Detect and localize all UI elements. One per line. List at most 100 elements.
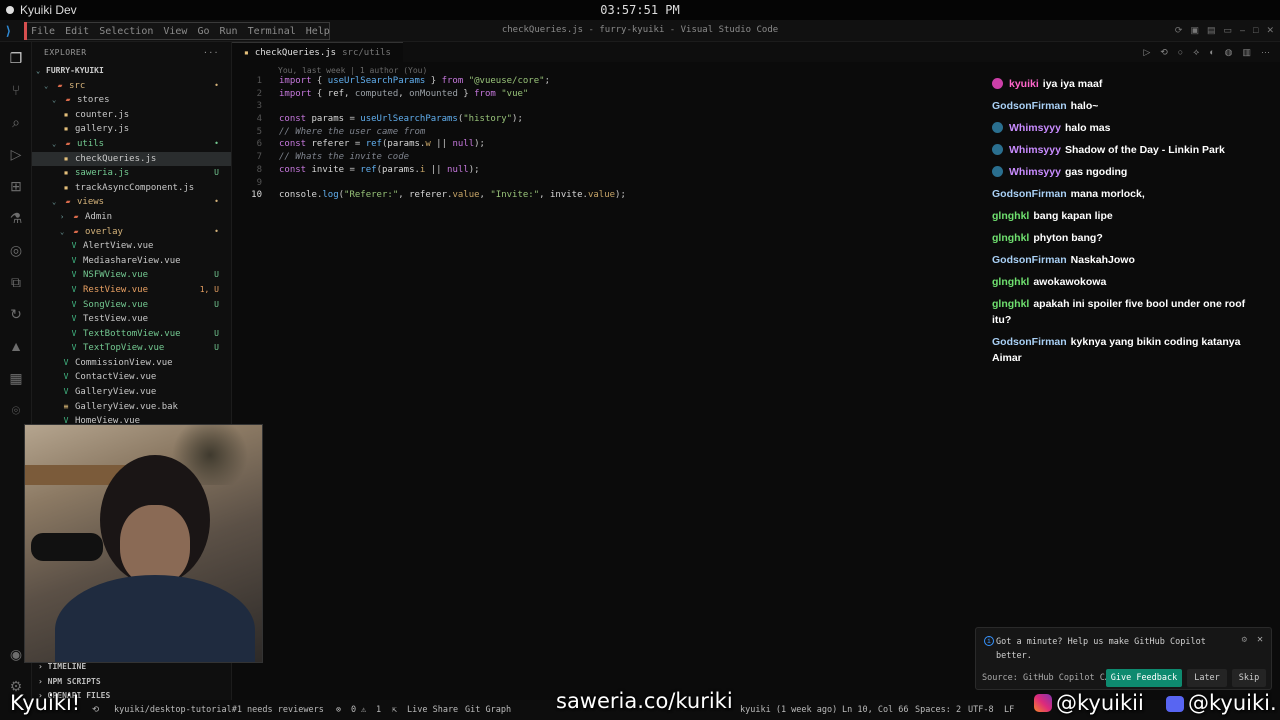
copilot-icon[interactable]: ⟳ [1175, 25, 1183, 36]
editor-tabs: ▪ checkQueries.js src/utils ▷ ⟲ ○ ⟡ ◐ ◍ … [232, 42, 1280, 62]
minimize-icon[interactable]: – [1240, 25, 1245, 36]
code-line[interactable]: 6 const referer = ref(params.w || null); [232, 138, 626, 151]
tree-folder[interactable]: ⌄ ▰ src • [32, 79, 231, 94]
code-line[interactable]: 7 // Whats the invite code [232, 151, 626, 164]
gitlens-icon[interactable]: ◐ [1209, 47, 1214, 58]
tab-checkqueries[interactable]: ▪ checkQueries.js src/utils [232, 42, 403, 62]
tree-file[interactable]: V MediashareView.vue [32, 254, 231, 269]
tree-item-label: NSFWView.vue [83, 270, 149, 281]
npm-scripts-section[interactable]: › NPM SCRIPTS [32, 674, 232, 689]
tree-file[interactable]: ▪ checkQueries.js [32, 151, 231, 167]
tree-file[interactable]: ▪ gallery.js [32, 122, 231, 137]
extensions-icon[interactable]: ⊞ [0, 170, 32, 202]
testing-icon[interactable]: ⚗ [0, 202, 32, 234]
tree-file[interactable]: ▪ trackAsyncComponent.js [32, 181, 231, 196]
code-line[interactable]: 10 console.log("Referer:", referer.value,… [232, 189, 626, 202]
errors-icon[interactable]: ⊗ [336, 705, 341, 715]
source-control-icon[interactable]: ⑂ [0, 74, 32, 106]
broadcaster-badge-icon [992, 78, 1003, 89]
code-line[interactable]: 1 import { useUrlSearchParams } from "@vu… [232, 75, 626, 88]
run-icon[interactable]: ▷ [1143, 47, 1150, 58]
indentation[interactable]: Spaces: 2 [915, 705, 961, 715]
tree-file[interactable]: V AlertView.vue [32, 239, 231, 254]
split-editor-icon[interactable]: ▥ [1242, 47, 1251, 58]
tree-file[interactable]: V RestView.vue 1, U [32, 283, 231, 298]
github-icon[interactable]: ◎ [0, 234, 32, 266]
code-line[interactable]: 5 // Where the user came from [232, 126, 626, 139]
line-ending[interactable]: LF [1004, 705, 1014, 715]
tree-file[interactable]: ▪ saweria.js U [32, 166, 231, 181]
code-view[interactable]: 1 import { useUrlSearchParams } from "@vu… [232, 75, 626, 202]
code-line[interactable]: 3 [232, 100, 626, 113]
warnings-icon[interactable]: ⚠ [361, 705, 366, 715]
tree-file[interactable]: V GalleryView.vue [32, 385, 231, 400]
tree-item-label: src [69, 80, 86, 91]
run-debug-icon[interactable]: ▷ [0, 138, 32, 170]
maximize-icon[interactable]: □ [1253, 25, 1258, 36]
close-window-icon[interactable]: ✕ [1266, 25, 1274, 36]
sync-icon[interactable]: ⟲ [92, 705, 99, 715]
live-share-icon[interactable]: ↻ [0, 298, 32, 330]
tree-file[interactable]: V ContactView.vue [32, 370, 231, 385]
tree-file[interactable]: ▪ counter.js [32, 108, 231, 123]
chat-text: halo mas [1064, 122, 1111, 134]
skip-button[interactable]: Skip [1232, 669, 1266, 687]
remote-explorer-icon[interactable]: ⧉ [0, 266, 32, 298]
git-graph-icon[interactable]: ⌾ [0, 394, 32, 426]
explorer-more-icon[interactable]: ··· [203, 48, 219, 58]
later-button[interactable]: Later [1187, 669, 1227, 687]
timeline-nav-icon[interactable]: ⟲ [1160, 47, 1168, 58]
give-feedback-button[interactable]: Give Feedback [1106, 669, 1182, 687]
live-share-button[interactable]: Live Share [407, 705, 458, 715]
layout-icon[interactable]: ▣ [1190, 25, 1199, 36]
gear-icon[interactable]: ⚙ [1242, 635, 1247, 645]
sidebar-toggle-icon[interactable]: ▤ [1207, 25, 1216, 36]
chevron-right-icon: › [60, 212, 65, 221]
compare-icon[interactable]: ○ [1178, 47, 1183, 58]
tree-folder[interactable]: ⌄ ▰ stores [32, 93, 231, 108]
tree-file[interactable]: V TextBottomView.vue U [32, 327, 231, 342]
explorer-icon[interactable]: ❐ [0, 42, 32, 74]
pin-icon[interactable]: ⟡ [1193, 47, 1199, 58]
tree-item-label: Admin [85, 211, 113, 222]
warnings-count[interactable]: 1 [376, 705, 381, 715]
tree-file[interactable]: V SongView.vue U [32, 298, 231, 313]
tree-folder[interactable]: › ▰ Admin [32, 210, 231, 225]
code-line[interactable]: 2 import { ref, computed, onMounted } fro… [232, 88, 626, 101]
more-actions-icon[interactable]: ··· [1261, 47, 1270, 58]
search-icon[interactable]: ⌕ [0, 106, 32, 138]
close-icon[interactable]: ✕ [1257, 634, 1263, 645]
tree-file[interactable]: ≡ GalleryView.vue.bak [32, 400, 231, 415]
codelens-blame[interactable]: You, last week | 1 author (You) [278, 66, 427, 75]
panel-toggle-icon[interactable]: ▭ [1223, 25, 1232, 36]
deploy-icon[interactable]: ▲ [0, 330, 32, 362]
pull-request-status[interactable]: kyuiki/desktop-tutorial#1 needs reviewer… [114, 705, 324, 715]
vue-file-icon: V [71, 299, 77, 309]
tree-file[interactable]: V CommissionView.vue [32, 356, 231, 371]
encoding[interactable]: UTF-8 [968, 705, 994, 715]
chat-message: glnghkl awokawokowa [992, 274, 1252, 290]
tree-file[interactable]: V TestView.vue [32, 312, 231, 327]
tree-folder[interactable]: ⌄ ▰ overlay • [32, 225, 231, 240]
code-line[interactable]: 4 const params = useUrlSearchParams("hist… [232, 113, 626, 126]
tree-folder[interactable]: ⌄ ▰ utils • [32, 137, 231, 152]
code-line[interactable]: 9 [232, 177, 626, 190]
chat-username: GodsonFirman [992, 188, 1067, 200]
window-title: checkQueries.js - furry-kyuiki - Visual … [501, 25, 779, 35]
folder-icon: ▰ [65, 95, 71, 105]
tree-item-label: checkQueries.js [75, 153, 157, 164]
code-line[interactable]: 8 const invite = ref(params.i || null); [232, 164, 626, 177]
tree-file[interactable]: V NSFWView.vue U [32, 268, 231, 283]
git-graph-button[interactable]: Git Graph [465, 705, 511, 715]
cursor-position[interactable]: Ln 10, Col 66 [842, 705, 909, 715]
docker-icon[interactable]: ▦ [0, 362, 32, 394]
project-root[interactable]: ⌄ FURRY-KYUIKI [32, 64, 231, 79]
blame-status[interactable]: kyuiki (1 week ago) [740, 705, 837, 715]
preview-icon[interactable]: ◍ [1225, 47, 1233, 58]
line-number: 3 [256, 101, 262, 112]
tree-folder[interactable]: ⌄ ▰ views • [32, 195, 231, 210]
tree-file[interactable]: V TextTopView.vue U [32, 341, 231, 356]
live-share-icon[interactable]: ⇱ [392, 705, 397, 715]
folder-icon: ▰ [73, 226, 79, 236]
errors-count[interactable]: 0 [351, 705, 356, 715]
